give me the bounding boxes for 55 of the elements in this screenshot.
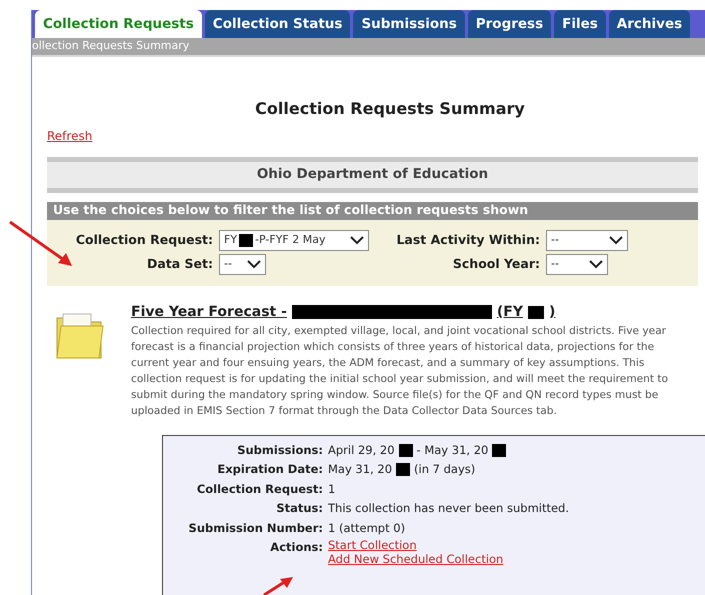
redaction-block bbox=[398, 444, 413, 457]
value-text: -- bbox=[551, 256, 559, 272]
field-label: School Year: bbox=[452, 255, 540, 274]
value-text: This collection has never been submitted. bbox=[328, 500, 570, 517]
value-text: 1 (attempt 0) bbox=[328, 520, 406, 536]
redaction-block bbox=[396, 463, 410, 476]
tab[interactable]: Archives bbox=[608, 10, 690, 38]
breadcrumb: ollection Requests Summary bbox=[32, 38, 705, 56]
redaction-block bbox=[528, 306, 544, 318]
value-text: (FY bbox=[496, 302, 524, 322]
collection-title[interactable]: Five Year Forecast - (FY ) bbox=[131, 302, 691, 322]
value-text: ) bbox=[549, 302, 556, 322]
filter-header: Use the choices below to filter the list of collection requests shown bbox=[47, 202, 698, 220]
chevron-down-icon bbox=[589, 260, 603, 269]
tab[interactable]: Files bbox=[554, 10, 606, 38]
dropdown-field[interactable]: -- bbox=[546, 254, 608, 275]
value-text: -- bbox=[551, 232, 559, 248]
arrow-annotation bbox=[262, 575, 294, 595]
field-label: Data Set: bbox=[146, 255, 213, 274]
detail-label: Submission Number: bbox=[188, 520, 323, 536]
value-text: Five Year Forecast - bbox=[131, 302, 287, 322]
value-text: FY bbox=[224, 232, 238, 248]
tab[interactable]: Collection Requests bbox=[35, 10, 202, 38]
collection-description: Collection required for all city, exempted village, local, and joint vocational school districts. Five year forecast is a financial projection which consists of three years of historical data, projections for the current year and four ensuing years, the ADM forecast, and a summary of key assumptions. This collection request is for updating the initial school year submission, and will meet the requirement to submit during the mandatory spring window. Source file(s) for the QF and QN record types must be uploaded in EMIS Section 7 format through the Data Collector Data Sources tab. bbox=[131, 324, 670, 418]
detail-label: Collection Request: bbox=[196, 480, 323, 498]
arrow-annotation bbox=[8, 220, 74, 268]
tab[interactable]: Submissions bbox=[353, 10, 465, 38]
dropdown-field[interactable]: FY -P-FYF 2 May bbox=[219, 230, 369, 251]
tab[interactable]: Collection Status bbox=[204, 10, 350, 38]
dropdown-field[interactable]: -- bbox=[546, 230, 628, 251]
value-text: April 29, 20 bbox=[328, 442, 395, 458]
value-text: (in 7 days) bbox=[414, 461, 476, 478]
detail-label: Expiration Date: bbox=[216, 461, 323, 478]
chevron-down-icon bbox=[609, 236, 623, 245]
value-text: -- bbox=[224, 256, 232, 272]
value-text: 1 bbox=[328, 480, 336, 498]
field-label: Last Activity Within: bbox=[395, 231, 540, 250]
field-label: Collection Request: bbox=[74, 231, 213, 250]
refresh-link[interactable]: Refresh bbox=[47, 126, 92, 144]
value-text: - May 31, 20 bbox=[416, 442, 488, 458]
action-link[interactable]: Add New Scheduled Collection bbox=[328, 552, 504, 566]
action-link[interactable]: Start Collection bbox=[328, 538, 417, 552]
detail-label: Status: bbox=[275, 500, 323, 517]
value-text: May 31, 20 bbox=[328, 461, 392, 478]
page-title: Collection Requests Summary bbox=[254, 98, 526, 120]
redaction-block bbox=[239, 234, 254, 247]
value-text: -P-FYF 2 May bbox=[255, 232, 326, 248]
organization-header: Ohio Department of Education bbox=[47, 156, 698, 192]
chevron-down-icon bbox=[247, 260, 261, 269]
detail-label: Submissions: bbox=[236, 442, 323, 458]
chevron-down-icon bbox=[350, 236, 364, 245]
redaction-block bbox=[492, 444, 506, 457]
tab[interactable]: Progress bbox=[468, 10, 552, 38]
detail-label: Actions: bbox=[270, 539, 323, 556]
dropdown-field[interactable]: -- bbox=[219, 254, 266, 275]
